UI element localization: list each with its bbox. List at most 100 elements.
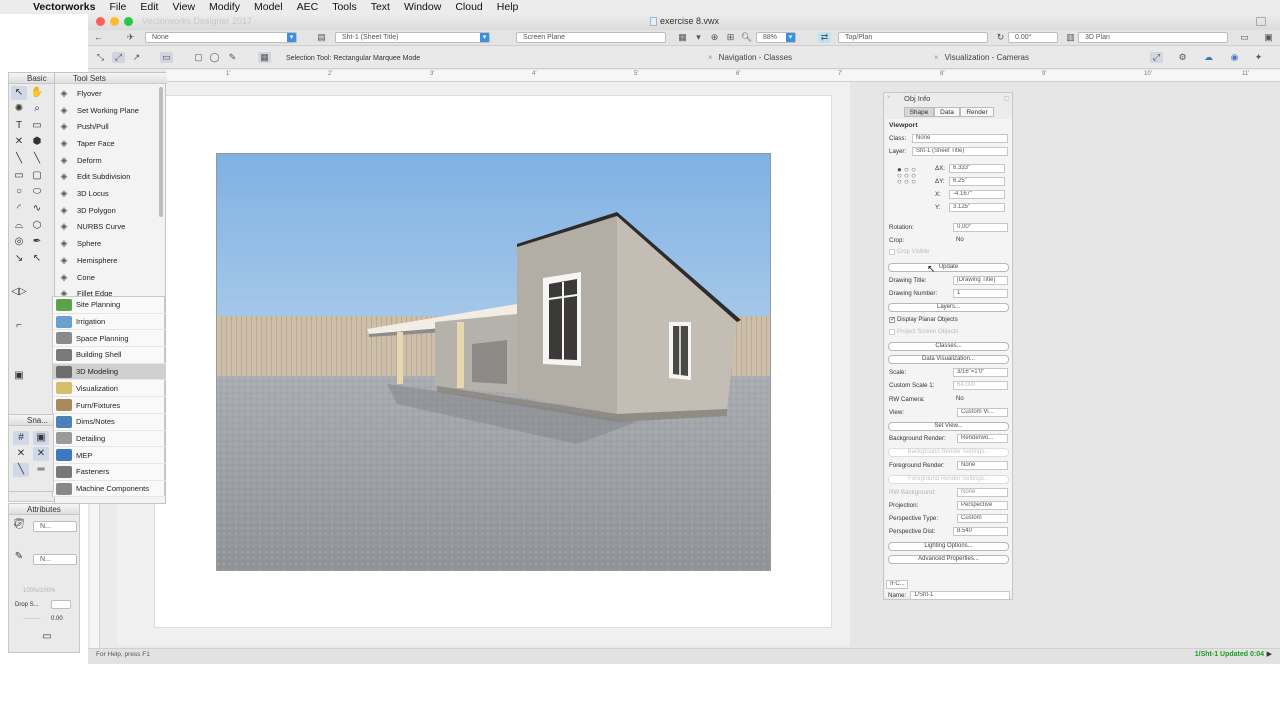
zoom-tool-icon[interactable]: ⌕ xyxy=(29,102,45,116)
menu-file[interactable]: File xyxy=(102,1,133,13)
menu-view[interactable]: View xyxy=(165,1,202,13)
3d-tool-icon[interactable]: ⬢ xyxy=(29,135,45,149)
reshape-tool-icon[interactable]: ↘ xyxy=(11,252,27,266)
spiral-tool-icon[interactable]: ◎ xyxy=(11,235,27,249)
play-icon[interactable]: ▶ xyxy=(1267,650,1272,658)
toolsets-palette-header[interactable]: Tool Sets xyxy=(55,73,167,84)
class-dropdown[interactable]: None xyxy=(145,32,297,43)
menu-cloud[interactable]: Cloud xyxy=(448,1,489,13)
selection-tool-icon[interactable]: ↖ xyxy=(11,86,27,100)
set-view-button[interactable]: Set View... xyxy=(888,422,1009,431)
dx-field[interactable]: 6.333" xyxy=(949,164,1005,173)
polyline-tool-icon[interactable]: ⌓ xyxy=(11,219,27,233)
drawing-title-field[interactable]: [Drawing Title] xyxy=(953,276,1008,285)
tool-item[interactable]: ◈ 3D Locus xyxy=(55,185,158,202)
snapping-palette-header[interactable]: Sna... xyxy=(9,415,53,426)
dy-field[interactable]: 6.25" xyxy=(949,177,1005,186)
tool-item[interactable]: ◈ Hemisphere xyxy=(55,252,158,269)
custom-scale-field[interactable]: 64.000 xyxy=(953,381,1008,390)
basic-palette-header[interactable]: Basic xyxy=(9,73,55,84)
tool-item[interactable]: ◈ Flyover xyxy=(55,85,158,102)
menu-tools[interactable]: Tools xyxy=(325,1,364,13)
flyover-view-icon[interactable]: ✈ xyxy=(124,32,137,43)
locus-tool-icon[interactable]: ✕ xyxy=(11,135,27,149)
rect-marquee-icon[interactable]: ▢ xyxy=(192,52,205,63)
polygon-marquee-icon[interactable]: ✎ xyxy=(226,52,239,63)
layer-dropdown[interactable]: Sht-1 (Sheet Title) xyxy=(335,32,490,43)
minimize-window-button[interactable] xyxy=(110,17,119,26)
tool-item[interactable]: ◈ Set Working Plane xyxy=(55,102,158,119)
attribute-mapping-icon[interactable]: ↖ xyxy=(29,252,45,266)
toolset-item[interactable]: Fasteners xyxy=(53,464,166,481)
menu-model[interactable]: Model xyxy=(247,1,290,13)
tab-data[interactable]: Data xyxy=(934,107,960,117)
ifc-button[interactable]: IFC... xyxy=(886,580,908,589)
collapse-icon[interactable]: ▢ xyxy=(1003,95,1009,102)
text-tool-icon[interactable]: T xyxy=(11,119,27,133)
tool-item[interactable]: ◈ Deform xyxy=(55,152,158,169)
rendered-viewport[interactable] xyxy=(216,153,771,571)
attributes-palette-header[interactable]: Attributes xyxy=(9,504,79,515)
reference-point-selector[interactable]: ● ○ ○ ○ ○ ○ ○ ○ ○ xyxy=(897,166,916,186)
lasso-mode-icon[interactable]: ◯ xyxy=(208,52,221,63)
oval-tool-icon[interactable]: ⬭ xyxy=(29,185,45,199)
classes-button[interactable]: Classes... xyxy=(888,342,1009,351)
view-menu-icon[interactable]: ▾ xyxy=(692,32,705,43)
interactive-scaling-icon[interactable]: ⤢ xyxy=(112,52,125,63)
pen-style-dropdown[interactable]: N... xyxy=(33,554,77,565)
flyover-tool-icon[interactable]: ✺ xyxy=(11,102,27,116)
close-icon[interactable]: × xyxy=(887,95,891,101)
rounded-rect-tool-icon[interactable]: ▢ xyxy=(29,169,45,183)
toolbar-tool-icon[interactable]: ⤢ xyxy=(1150,52,1163,63)
rw-background-dropdown[interactable]: None xyxy=(957,488,1008,497)
tool-item[interactable]: ◈ Taper Face xyxy=(55,135,158,152)
drawing-number-field[interactable]: 1 xyxy=(953,289,1008,298)
snapping-icon[interactable]: ✦ xyxy=(1252,52,1265,63)
toolset-item[interactable]: Machine Components xyxy=(53,481,166,498)
tool-item[interactable]: ◈ Push/Pull xyxy=(55,118,158,135)
zoom-fit-icon[interactable]: ⊕ xyxy=(708,32,721,43)
fill-style-dropdown[interactable]: N... xyxy=(33,521,77,532)
display-planar-checkbox[interactable]: ✓ Display Planar Objects xyxy=(889,317,958,323)
render-mode-icon[interactable]: ▥ xyxy=(1064,32,1077,43)
zoom-window-button[interactable] xyxy=(124,17,133,26)
visualization-cameras-tab[interactable]: × Visualization - Cameras xyxy=(934,53,1029,62)
snap-to-grid-icon[interactable]: # xyxy=(13,431,29,445)
scale-dropdown[interactable]: 3/16"=1'0" xyxy=(953,368,1008,377)
menu-help[interactable]: Help xyxy=(490,1,526,13)
crop-visible-checkbox[interactable]: Crop Visible xyxy=(889,249,929,255)
foreground-render-dropdown[interactable]: None xyxy=(957,461,1008,470)
snap-to-angle-icon[interactable]: ✕ xyxy=(33,447,49,461)
line-type-preview[interactable]: ········· xyxy=(23,616,41,622)
magnifier-icon[interactable]: 🔍︎ xyxy=(740,32,753,43)
background-render-settings-button[interactable]: Background Render Settings... xyxy=(888,448,1009,457)
toolset-item[interactable]: Site Planning xyxy=(53,297,166,314)
layer-options-icon[interactable]: ▤ xyxy=(315,32,328,43)
gear-icon[interactable]: ⚙ xyxy=(1176,52,1189,63)
rotate-plan-icon[interactable]: ↻ xyxy=(994,32,1007,43)
snap-to-intersection-icon[interactable]: ✕ xyxy=(13,447,29,461)
polygon-tool-icon[interactable]: ⬡ xyxy=(29,219,45,233)
standard-view-dropdown[interactable]: Top/Plan xyxy=(838,32,988,43)
object-info-header[interactable]: Obj Info xyxy=(884,93,1012,104)
menu-app[interactable]: Vectorworks xyxy=(26,1,102,13)
close-icon[interactable]: × xyxy=(708,53,713,62)
toolset-item[interactable]: Building Shell xyxy=(53,347,166,364)
tab-shape[interactable]: Shape xyxy=(904,107,934,117)
toolset-item[interactable]: MEP xyxy=(53,447,166,464)
menu-aec[interactable]: AEC xyxy=(290,1,326,13)
arc-tool-icon[interactable]: ◜ xyxy=(11,202,27,216)
close-icon[interactable]: × xyxy=(934,53,939,62)
projection-dropdown[interactable]: Perspective xyxy=(957,501,1008,510)
line-weight-value[interactable]: 0.00 xyxy=(51,616,63,622)
view-options-menu-icon[interactable]: ▭ xyxy=(1238,32,1251,43)
single-object-scaling-icon[interactable]: ↗ xyxy=(130,52,143,63)
tool-item[interactable]: ◈ 3D Polygon xyxy=(55,202,158,219)
view-dropdown[interactable]: Custom Vi... xyxy=(957,408,1008,417)
vectorworks-cloud-icon[interactable]: ☁ xyxy=(1202,52,1215,63)
tab-render[interactable]: Render xyxy=(960,107,994,117)
pan-tool-icon[interactable]: ✋ xyxy=(29,86,45,100)
mirror-tool-icon[interactable]: ◁▷ xyxy=(11,285,27,299)
data-visualization-button[interactable]: Data Visualization... xyxy=(888,355,1009,364)
render-mode-dropdown[interactable]: 3D Plan xyxy=(1078,32,1228,43)
